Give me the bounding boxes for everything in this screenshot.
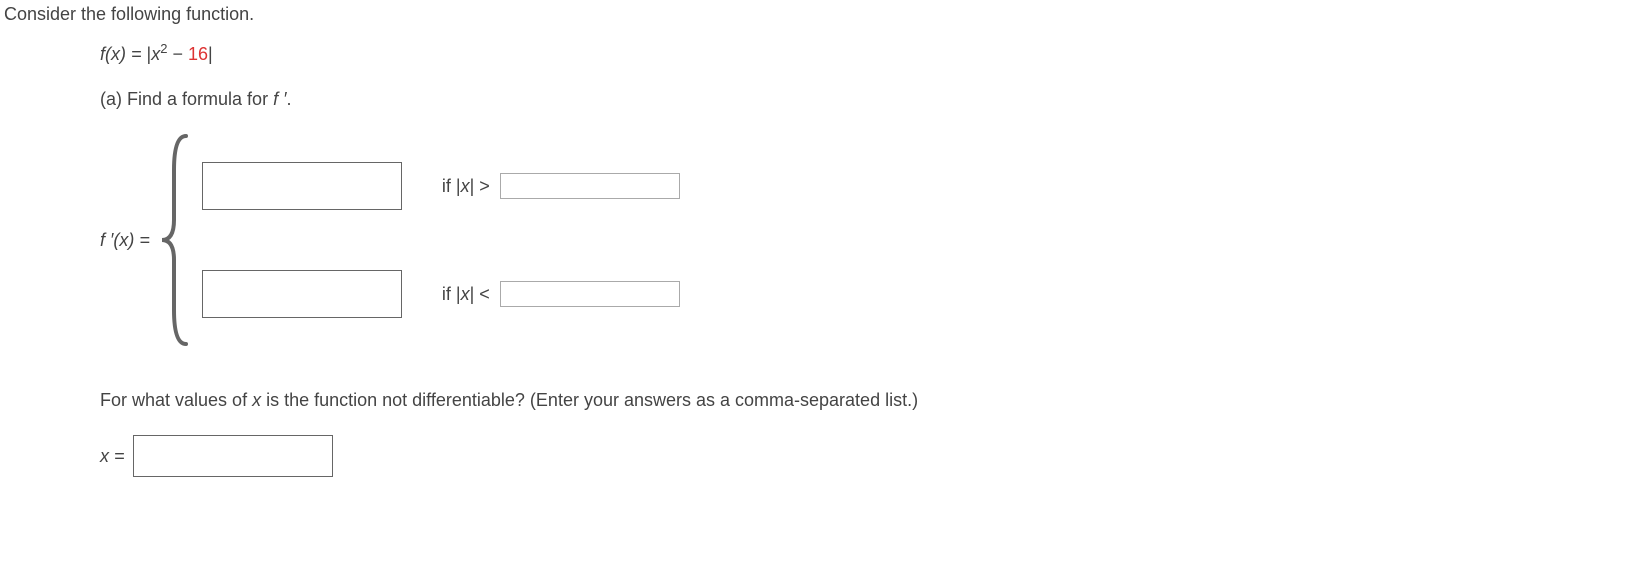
case2-condition: if |x| < bbox=[442, 284, 490, 305]
function-var: x bbox=[151, 44, 160, 64]
piecewise-cases: if |x| > if |x| < bbox=[202, 162, 680, 318]
part-b-text1: For what values of bbox=[100, 390, 252, 410]
case-row-2: if |x| < bbox=[202, 270, 680, 318]
function-definition: f(x) = |x2 − 16| bbox=[100, 41, 1636, 65]
case2-op: | < bbox=[470, 284, 490, 304]
case2-if: if | bbox=[442, 284, 461, 304]
x-equals-input[interactable] bbox=[133, 435, 333, 477]
case2-cond-input[interactable] bbox=[500, 281, 680, 307]
case1-op: | > bbox=[470, 176, 490, 196]
part-a-text: Find a formula for bbox=[122, 89, 273, 109]
case1-if: if | bbox=[442, 176, 461, 196]
left-brace-icon bbox=[158, 130, 194, 350]
minus-sign: − bbox=[167, 44, 188, 64]
part-a-marker: (a) bbox=[100, 89, 122, 109]
x-equals-label: x = bbox=[100, 446, 125, 467]
equals-sign: = bbox=[126, 44, 147, 64]
x-equals-row: x = bbox=[100, 435, 1636, 477]
case2-value-input[interactable] bbox=[202, 270, 402, 318]
part-a-period: . bbox=[286, 89, 291, 109]
question-intro: Consider the following function. bbox=[4, 4, 1636, 25]
case1-cond-input[interactable] bbox=[500, 173, 680, 199]
fprime-symbol: f ′ bbox=[273, 89, 286, 109]
part-b-question: For what values of x is the function not… bbox=[100, 390, 1636, 411]
part-b-text2: is the function not differentiable? (Ent… bbox=[261, 390, 918, 410]
piecewise-function: f ′(x) = if |x| > if |x| < bbox=[100, 130, 1636, 350]
part-b-x: x bbox=[252, 390, 261, 410]
case2-x: x bbox=[461, 284, 470, 304]
case1-condition: if |x| > bbox=[442, 176, 490, 197]
function-lhs: f(x) bbox=[100, 44, 126, 64]
case1-value-input[interactable] bbox=[202, 162, 402, 210]
abs-close: | bbox=[208, 44, 213, 64]
case-row-1: if |x| > bbox=[202, 162, 680, 210]
part-a-label: (a) Find a formula for f ′. bbox=[100, 89, 1636, 110]
case1-x: x bbox=[461, 176, 470, 196]
fprime-lhs: f ′(x) = bbox=[100, 230, 150, 251]
constant-value: 16 bbox=[188, 44, 208, 64]
